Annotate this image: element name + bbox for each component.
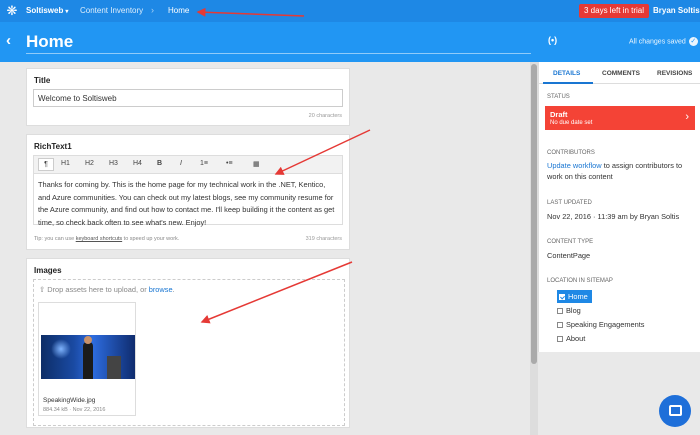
active-tab-indicator: [543, 82, 593, 84]
details-sidebar: DETAILS COMMENTS REVISIONS STATUS Draft …: [538, 62, 700, 352]
sitemap-label: LOCATION IN SITEMAP: [547, 278, 613, 284]
connection-icon: (•): [548, 35, 558, 45]
heading4-button[interactable]: H4: [133, 160, 142, 167]
update-workflow-link[interactable]: Update workflow: [547, 161, 602, 170]
save-status: All changes saved ✓: [629, 37, 698, 46]
heading3-button[interactable]: H3: [109, 160, 118, 167]
podium: [107, 356, 121, 379]
breadcrumb-content-inventory[interactable]: Content Inventory: [80, 6, 143, 15]
paragraph-button[interactable]: ¶: [38, 158, 54, 171]
heading2-button[interactable]: H2: [85, 160, 94, 167]
asset-filename: SpeakingWide.jpg: [43, 397, 96, 404]
numbered-list-icon[interactable]: 1≡: [200, 160, 208, 167]
drop-instructions: ⇧ Drop assets here to upload, or browse.: [39, 285, 175, 294]
back-icon[interactable]: ‹: [6, 33, 11, 48]
speaker-head: [84, 336, 92, 344]
chat-icon: [669, 405, 682, 416]
keyboard-shortcuts-link[interactable]: keyboard shortcuts: [76, 236, 122, 242]
heading1-button[interactable]: H1: [61, 160, 70, 167]
richtext-char-count: 319 characters: [305, 236, 342, 242]
drop-text-end: .: [172, 285, 175, 294]
tab-revisions[interactable]: REVISIONS: [657, 70, 692, 77]
checkbox-icon: [557, 322, 563, 329]
workflow-status-button[interactable]: Draft No due date set ›: [545, 106, 695, 130]
stage-light: [51, 339, 71, 359]
title-label: Title: [34, 76, 51, 85]
richtext-toolbar: ¶ H1 H2 H3 H4 B I 1≡ •≡ ▦: [33, 155, 343, 173]
title-underline: [26, 53, 531, 54]
breadcrumb-separator-icon: ›: [151, 5, 154, 15]
breadcrumb-home: Home: [168, 6, 190, 15]
sitemap-item-label: Speaking Engagements: [566, 320, 645, 329]
editor-scrollbar[interactable]: [530, 62, 538, 435]
italic-button[interactable]: I: [180, 160, 182, 167]
asset-drop-zone[interactable]: ⇧ Drop assets here to upload, or browse.…: [33, 279, 345, 426]
save-status-text: All changes saved: [629, 38, 686, 46]
tip-prefix: Tip: you can use: [34, 236, 76, 242]
status-label: STATUS: [547, 94, 570, 100]
title-input[interactable]: Welcome to Soltisweb: [33, 89, 343, 107]
images-label: Images: [34, 266, 62, 275]
images-element-card: Images ⇧ Drop assets here to upload, or …: [26, 258, 350, 428]
project-selector[interactable]: Soltisweb ▾: [26, 6, 68, 15]
content-header: ‹ Home (•) All changes saved ✓: [0, 22, 700, 62]
tab-details[interactable]: DETAILS: [553, 70, 580, 77]
title-element-card: Title Welcome to Soltisweb 20 characters: [26, 68, 350, 126]
chevron-right-icon: ›: [685, 111, 689, 123]
top-bar: ❋ Soltisweb ▾ Content Inventory › Home 3 …: [0, 0, 700, 22]
sitemap-item-speaking[interactable]: Speaking Engagements: [557, 320, 644, 329]
check-icon: ✓: [688, 37, 698, 46]
content-type-value: ContentPage: [547, 251, 591, 260]
last-updated-value: Nov 22, 2016 · 11:39 am by Bryan Soltis: [547, 212, 680, 221]
trial-badge[interactable]: 3 days left in trial: [579, 4, 650, 18]
tip-suffix: to speed up your work.: [122, 236, 180, 242]
user-menu[interactable]: Bryan Soltis: [653, 6, 700, 15]
bullet-list-icon[interactable]: •≡: [226, 160, 233, 167]
status-due-date: No due date set: [550, 120, 593, 126]
drop-text: Drop assets here to upload, or: [45, 285, 149, 294]
sitemap-item-label: Blog: [566, 306, 581, 315]
status-value: Draft: [550, 110, 568, 119]
scrollbar-thumb[interactable]: [531, 64, 537, 364]
browse-link[interactable]: browse: [149, 285, 173, 294]
title-char-count: 20 characters: [308, 113, 342, 119]
chat-launcher-button[interactable]: [659, 395, 691, 427]
project-name: Soltisweb: [26, 6, 64, 15]
checkbox-icon: [557, 336, 563, 343]
contributors-info: Update workflow to assign contributors t…: [547, 160, 697, 182]
bold-button[interactable]: B: [157, 160, 162, 167]
asset-thumbnail: [41, 335, 135, 379]
asset-tile[interactable]: SpeakingWide.jpg 884.34 kB · Nov 22, 201…: [38, 302, 136, 416]
table-icon[interactable]: ▦: [253, 160, 260, 168]
checkbox-icon: [557, 308, 563, 315]
speaker-figure: [83, 342, 93, 379]
sitemap-item-home[interactable]: Home: [557, 290, 592, 303]
last-updated-label: LAST UPDATED: [547, 200, 592, 206]
sitemap-item-label: Home: [568, 292, 588, 301]
checkbox-checked-icon: [559, 294, 565, 301]
sitemap-item-label: About: [566, 334, 586, 343]
sitemap-item-about[interactable]: About: [557, 334, 585, 343]
page-title: Home: [26, 32, 74, 51]
asset-metadata: 884.34 kB · Nov 22, 2016: [43, 407, 106, 413]
chevron-down-icon: ▾: [65, 9, 69, 15]
app-logo-icon[interactable]: ❋: [5, 4, 19, 18]
content-type-label: CONTENT TYPE: [547, 239, 594, 245]
sitemap-item-blog[interactable]: Blog: [557, 306, 581, 315]
contributors-label: CONTRIBUTORS: [547, 150, 595, 156]
richtext-label: RichText1: [34, 142, 72, 151]
richtext-element-card: RichText1 ¶ H1 H2 H3 H4 B I 1≡ •≡ ▦ Than…: [26, 134, 350, 250]
sidebar-tabs: DETAILS COMMENTS REVISIONS: [539, 62, 700, 84]
richtext-editor[interactable]: Thanks for coming by. This is the home p…: [33, 173, 343, 227]
tab-comments[interactable]: COMMENTS: [602, 70, 640, 77]
richtext-tip: Tip: you can use keyboard shortcuts to s…: [34, 236, 179, 242]
